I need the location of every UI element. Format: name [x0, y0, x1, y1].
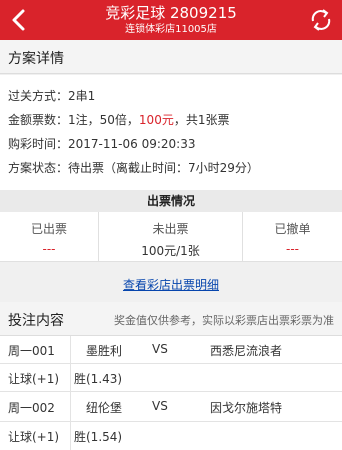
away-team: 因戈尔施塔特 [210, 401, 283, 415]
top-bar: 竞彩足球 2809215 连锁体彩店11005店 [0, 0, 342, 40]
divider [70, 392, 71, 422]
home-team: 墨胜利 [86, 344, 123, 358]
away-team: 西悉尼流浪者 [210, 344, 283, 358]
match-row: 周一002 纽伦堡 VS 因戈尔施塔特 [0, 392, 342, 422]
pending-label: 未出票 [152, 222, 189, 236]
cancelled-value: --- [286, 242, 299, 256]
handicap: 让球(+1) [8, 372, 60, 386]
amount-label: 金额票数： [8, 113, 69, 127]
status-label: 方案状态： [8, 161, 69, 175]
time-label: 购彩时间： [8, 137, 69, 151]
issued-cell: 已出票 --- [0, 212, 98, 262]
view-ticket-details-link[interactable]: 查看彩店出票明细 [0, 276, 342, 293]
bets-table: 周一001 墨胜利 VS 西悉尼流浪者 让球(+1) 胜(1.43) 周一002… [0, 336, 342, 450]
home-team: 纽伦堡 [86, 401, 123, 415]
time-row: 购彩时间：2017-11-06 09:20:33 [8, 135, 195, 152]
status-value: 待出票（离截止时间：7小时29分） [68, 161, 259, 175]
plan-section-header: 方案详情 [0, 40, 342, 74]
divider [70, 364, 71, 392]
plan-details: 过关方式：2串1 金额票数：1注，50倍，100元，共1张票 购彩时间：2017… [0, 75, 342, 190]
pass-value: 2串1 [68, 89, 96, 103]
bets-section-header: 投注内容 奖金值仅供参考，实际以彩票店出票彩票为准 [0, 302, 342, 336]
divider [70, 336, 71, 364]
pending-value: 100元/1张 [141, 244, 200, 258]
amount-row: 金额票数：1注，50倍，100元，共1张票 [8, 111, 229, 128]
amount-prefix: 1注，50倍， [68, 113, 139, 127]
divider [70, 422, 71, 450]
pick-row: 让球(+1) 胜(1.43) [0, 364, 342, 392]
time-value: 2017-11-06 09:20:33 [68, 137, 196, 151]
cancelled-cell: 已撤单 --- [243, 212, 342, 262]
handicap: 让球(+1) [8, 430, 60, 444]
issue-section-title: 出票情况 [0, 190, 342, 212]
vs-label: VS [152, 342, 168, 356]
amount-money: 100元 [138, 113, 174, 127]
pick-row: 让球(+1) 胜(1.54) [0, 422, 342, 450]
pass-row: 过关方式：2串1 [8, 87, 95, 104]
refresh-icon [311, 9, 331, 31]
page-title: 竞彩足球 2809215 [105, 4, 237, 22]
store-name: 连锁体彩店11005店 [125, 24, 217, 35]
refresh-button[interactable] [308, 7, 334, 33]
pass-label: 过关方式： [8, 89, 69, 103]
plan-section-title: 方案详情 [8, 51, 64, 67]
match-id: 周一001 [8, 344, 55, 358]
match-row: 周一001 墨胜利 VS 西悉尼流浪者 [0, 336, 342, 364]
vs-label: VS [152, 399, 168, 413]
pick-odds: 胜(1.54) [74, 430, 123, 444]
bets-section-title: 投注内容 [8, 313, 64, 329]
cancelled-label: 已撤单 [274, 222, 311, 236]
issued-label: 已出票 [30, 222, 67, 236]
bets-note: 奖金值仅供参考，实际以彩票店出票彩票为准 [114, 314, 334, 327]
amount-suffix: ，共1张票 [173, 113, 230, 127]
issue-status-grid: 已出票 --- 未出票 100元/1张 已撤单 --- [0, 212, 342, 262]
pick-odds: 胜(1.43) [74, 372, 123, 386]
status-row: 方案状态：待出票（离截止时间：7小时29分） [8, 159, 259, 176]
match-id: 周一002 [8, 401, 55, 415]
issued-value: --- [42, 242, 56, 256]
pending-cell: 未出票 100元/1张 [99, 212, 242, 262]
